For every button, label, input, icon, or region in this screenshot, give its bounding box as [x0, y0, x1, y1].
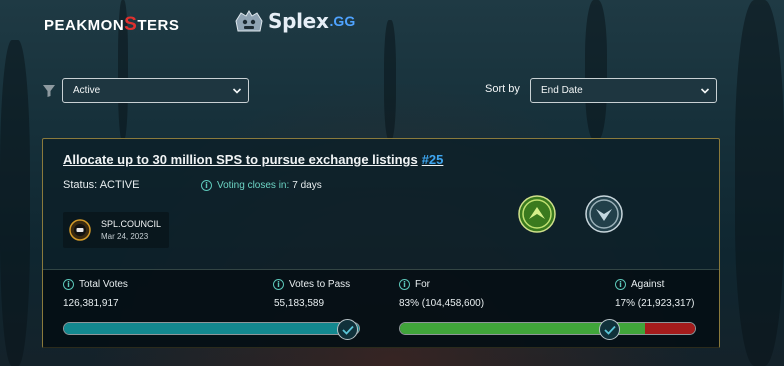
- chevron-down-icon: [700, 88, 710, 94]
- for-value: 83% (104,458,600): [399, 298, 485, 309]
- info-icon: i: [63, 279, 74, 290]
- proposal-card: Allocate up to 30 million SPS to pursue …: [42, 138, 720, 348]
- status-filter-select[interactable]: Active: [62, 78, 249, 103]
- votes-to-pass-value: 55,183,589: [274, 298, 325, 309]
- voting-deadline: i Voting closes in: 7 days: [201, 180, 322, 191]
- splex-logo[interactable]: Splex .GG: [232, 6, 355, 36]
- author-name: SPL.COUNCIL: [101, 219, 162, 229]
- header: PEAKMONSTERS Splex .GG: [0, 0, 784, 46]
- votes-to-pass-label-group: i Votes to Pass: [273, 279, 350, 290]
- filter-icon: [43, 85, 55, 97]
- for-label: For: [415, 279, 430, 290]
- proposal-status: Status: ACTIVE: [63, 179, 140, 191]
- author-date: Mar 24, 2023: [101, 232, 149, 241]
- info-icon: i: [615, 279, 626, 290]
- logo-text: TERS: [137, 17, 180, 34]
- logo-text: PEAKMON: [44, 17, 125, 34]
- splex-tld: .GG: [329, 13, 356, 29]
- sort-label: Sort by: [485, 83, 520, 95]
- total-votes-label: Total Votes: [79, 279, 128, 290]
- splex-wordmark: Splex: [268, 9, 329, 33]
- votes-progress-bar: [63, 322, 360, 335]
- author-badge[interactable]: SPL.COUNCIL Mar 24, 2023: [63, 212, 169, 248]
- splex-mascot-icon: [235, 10, 263, 32]
- against-votes-fill: [644, 323, 695, 334]
- sort-select[interactable]: End Date: [530, 78, 717, 103]
- against-value: 17% (21,923,317): [615, 298, 695, 309]
- filter-bar: Active Sort by End Date: [0, 78, 784, 104]
- majority-check-icon: [599, 319, 620, 340]
- info-icon: i: [273, 279, 284, 290]
- total-votes-label-group: i Total Votes: [63, 279, 128, 290]
- vote-for-button[interactable]: [518, 195, 556, 233]
- total-votes-value: 126,381,917: [63, 298, 119, 309]
- vote-tally-bar: [399, 322, 696, 335]
- votes-progress-fill: [64, 323, 359, 334]
- vote-stats-panel: i Total Votes 126,381,917 i Votes to Pas…: [43, 270, 719, 348]
- against-label: Against: [631, 279, 665, 290]
- against-label-group: i Against: [615, 279, 664, 290]
- for-label-group: i For: [399, 279, 430, 290]
- info-icon: i: [399, 279, 410, 290]
- proposal-title-link[interactable]: Allocate up to 30 million SPS to pursue …: [63, 152, 443, 167]
- votes-to-pass-label: Votes to Pass: [289, 279, 351, 290]
- vote-against-button[interactable]: [585, 195, 623, 233]
- voting-deadline-label: Voting closes in:: [217, 180, 290, 191]
- info-icon: i: [201, 180, 212, 191]
- logo-text-accent: S: [124, 14, 138, 35]
- proposal-title: Allocate up to 30 million SPS to pursue …: [63, 152, 418, 167]
- voting-deadline-value: 7 days: [292, 180, 322, 191]
- status-filter-value: Active: [73, 85, 101, 96]
- proposal-number: #25: [421, 152, 444, 167]
- spl-council-avatar-icon: [69, 219, 91, 241]
- pass-threshold-check-icon: [337, 319, 358, 340]
- sort-value: End Date: [541, 85, 583, 96]
- chevron-down-icon: [232, 88, 242, 94]
- peakmonsters-logo[interactable]: PEAKMONSTERS: [44, 14, 179, 36]
- background-tree: [735, 0, 784, 366]
